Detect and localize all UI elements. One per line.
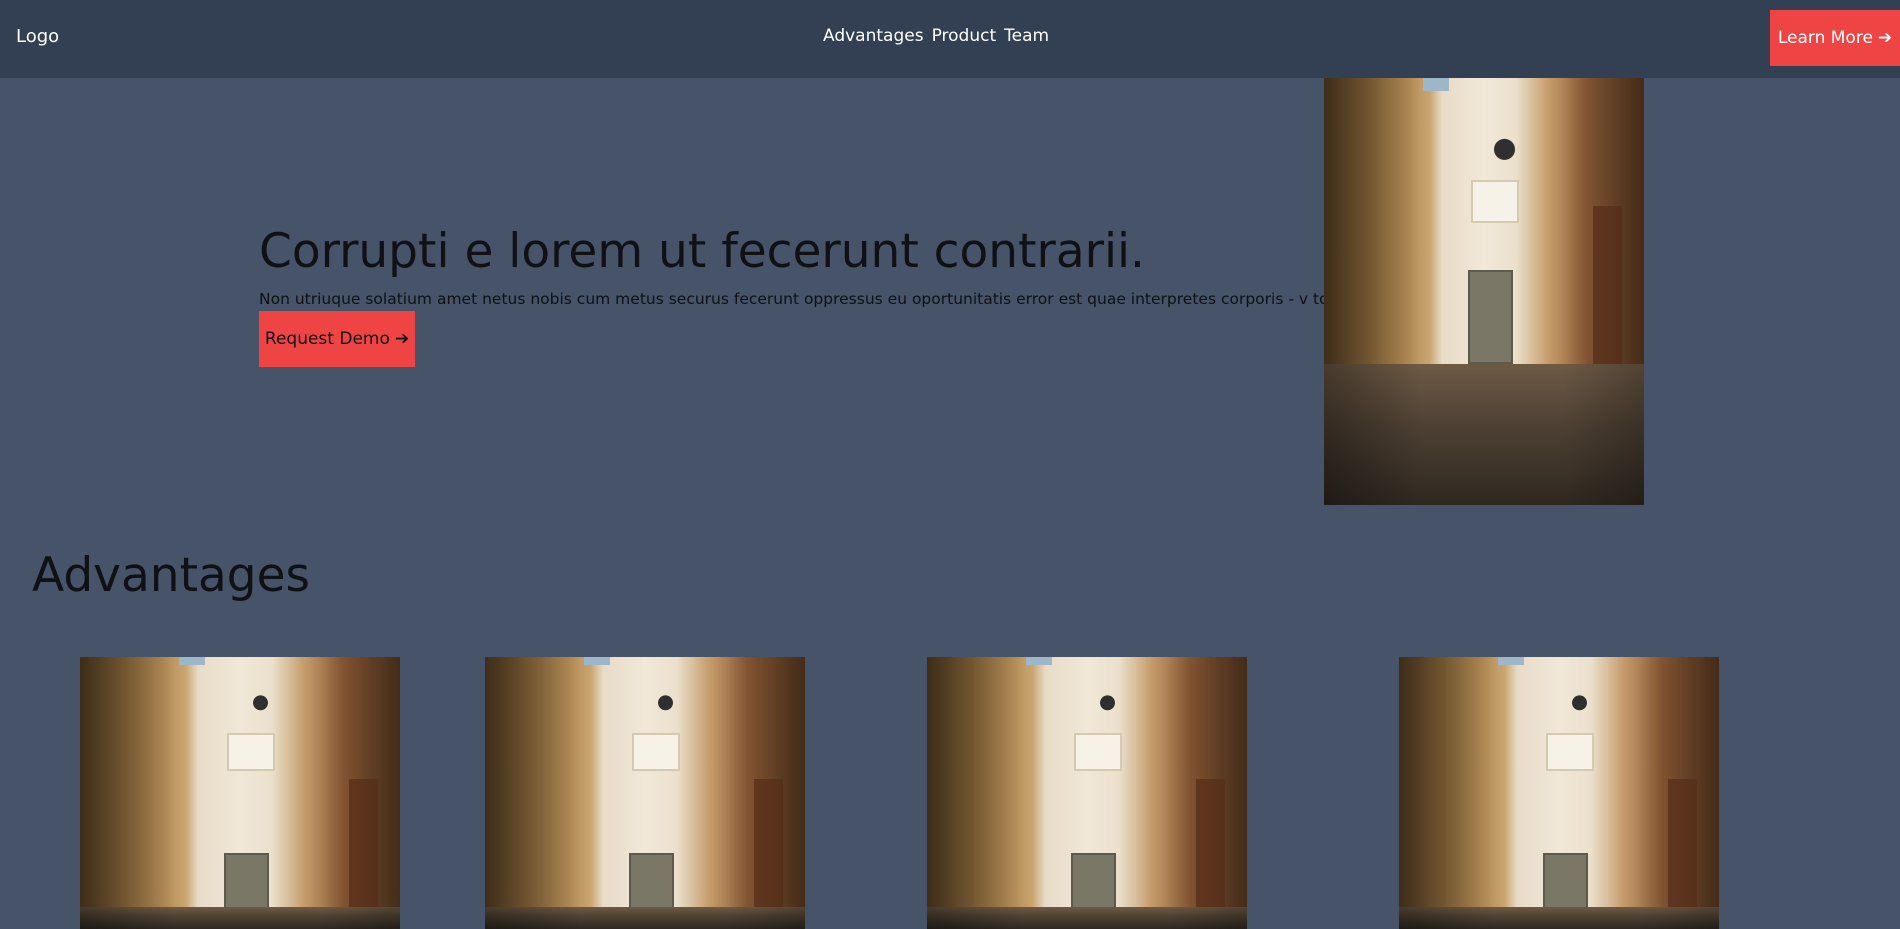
logo[interactable]: Logo [16, 26, 59, 47]
learn-more-label: Learn More [1777, 28, 1873, 48]
advantage-card-image [927, 657, 1247, 929]
arrow-right-icon: ➔ [394, 329, 410, 349]
nav-link-product[interactable]: Product [932, 26, 997, 46]
hero-text: Non utriuque solatium amet netus nobis c… [259, 290, 1438, 308]
arrow-right-icon: ➔ [1877, 28, 1893, 48]
nav-link-advantages[interactable]: Advantages [823, 26, 924, 46]
navbar: Logo Advantages Product Team Learn More … [0, 0, 1900, 78]
nav-link-team[interactable]: Team [1004, 26, 1049, 46]
advantage-card-image [1399, 657, 1719, 929]
nav-links: Advantages Product Team [823, 26, 1049, 46]
request-demo-button[interactable]: Request Demo ➔ [259, 311, 415, 367]
advantages-title: Advantages [32, 548, 311, 603]
learn-more-button[interactable]: Learn More ➔ [1770, 10, 1900, 66]
request-demo-label: Request Demo [264, 329, 390, 349]
advantage-card-image [80, 657, 400, 929]
hero-title: Corrupti e lorem ut fecerunt contrarii. [259, 224, 1146, 279]
hero-image [1324, 78, 1644, 505]
advantage-card-image [485, 657, 805, 929]
